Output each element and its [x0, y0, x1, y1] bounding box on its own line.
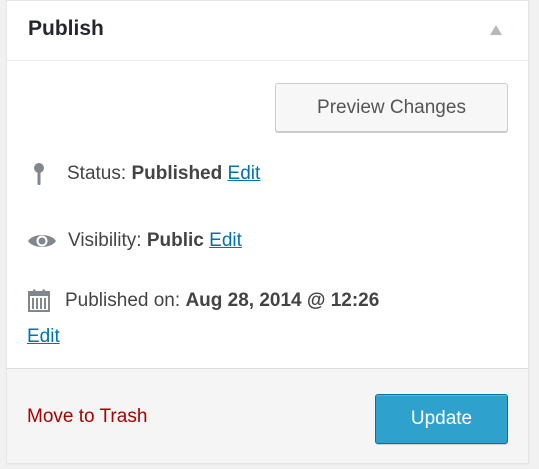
pin-icon — [27, 162, 51, 186]
published-on-row: Published on: Aug 28, 2014 @ 12:26 — [27, 288, 379, 314]
published-on-edit-row: Edit — [27, 324, 60, 350]
publish-box: Publish Preview Changes Status: Publishe… — [6, 0, 529, 464]
publish-box-footer: Move to Trash Update — [7, 368, 528, 463]
publish-box-title: Publish — [28, 17, 104, 40]
published-on-label: Published on: — [65, 290, 181, 311]
visibility-row: Visibility: Public Edit — [27, 228, 242, 254]
collapse-toggle-icon[interactable] — [490, 25, 502, 35]
edit-date-link[interactable]: Edit — [27, 326, 60, 347]
visibility-value: Public — [146, 230, 204, 251]
preview-changes-button[interactable]: Preview Changes — [275, 83, 508, 132]
visibility-label: Visibility: — [68, 230, 142, 251]
status-label: Status: — [67, 163, 127, 184]
edit-status-link[interactable]: Edit — [228, 163, 261, 184]
publish-box-header[interactable]: Publish — [7, 1, 528, 61]
edit-visibility-link[interactable]: Edit — [209, 230, 242, 251]
eye-icon — [27, 229, 57, 253]
status-value: Published — [131, 163, 223, 184]
status-row: Status: Published Edit — [27, 161, 260, 187]
calendar-icon — [27, 289, 51, 313]
published-on-value: Aug 28, 2014 @ 12:26 — [185, 290, 380, 311]
move-to-trash-link[interactable]: Move to Trash — [27, 405, 147, 429]
update-button[interactable]: Update — [375, 394, 508, 444]
